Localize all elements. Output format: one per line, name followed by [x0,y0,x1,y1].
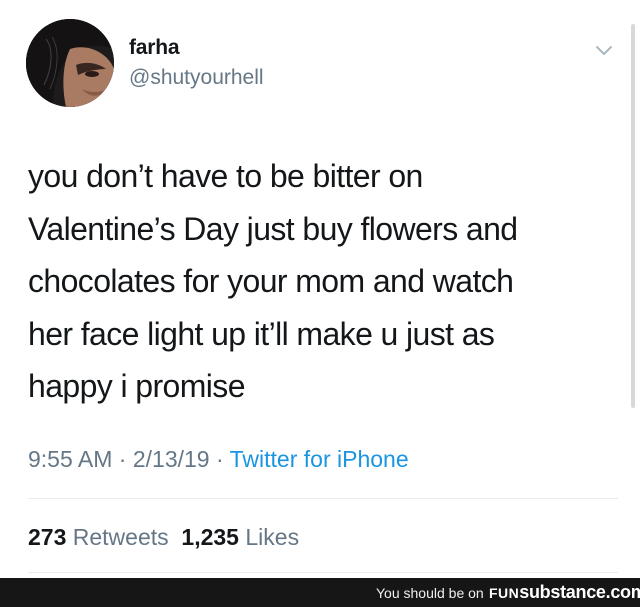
tweet-text-line: her face light up it’ll make u just as [28,315,495,352]
tweet-text-line: you don’t have to be bitter on [28,158,423,194]
likes-count: 1,235 [181,524,239,550]
watermark-banner: You should be on FUNsubstance.com [0,578,640,607]
divider [28,498,618,499]
retweets-label: Retweets [72,524,169,550]
tweet-time[interactable]: 9:55 AM [28,446,112,472]
logo-rest: substance.com [519,582,640,602]
meta-separator: · [118,446,127,472]
likes-stat[interactable]: 1,235 Likes [181,524,299,550]
watermark-tagline: You should be on [376,585,484,601]
chevron-down-icon[interactable] [594,44,614,58]
logo-fun: FUN [489,585,520,601]
tweet-meta: 9:55 AM · 2/13/19 · Twitter for iPhone [28,446,409,473]
tweet-text-line: happy i promise [28,368,246,404]
tweet-source-link[interactable]: Twitter for iPhone [230,446,409,472]
scrollbar[interactable] [631,24,635,408]
funsubstance-logo: FUNsubstance.com [489,582,640,603]
divider [28,572,618,573]
retweets-count: 273 [28,524,67,550]
avatar[interactable] [26,19,114,107]
meta-separator: · [215,446,224,472]
user-handle[interactable]: @shutyourhell [129,66,264,90]
tweet-stats: 273 Retweets 1,235 Likes [28,524,299,551]
tweet-date[interactable]: 2/13/19 [133,446,210,472]
retweets-stat[interactable]: 273 Retweets [28,524,169,550]
tweet-text-line: chocolates for your mom and watch [28,263,514,299]
tweet-text: you don’t have to be bitter on Valentine… [28,150,608,413]
display-name[interactable]: farha [129,36,180,60]
likes-label: Likes [245,524,300,550]
profile-photo [26,19,114,107]
tweet-card: farha @shutyourhell you don’t have to be… [0,0,640,578]
tweet-text-line: Valentine’s Day just buy flowers and [28,210,518,247]
